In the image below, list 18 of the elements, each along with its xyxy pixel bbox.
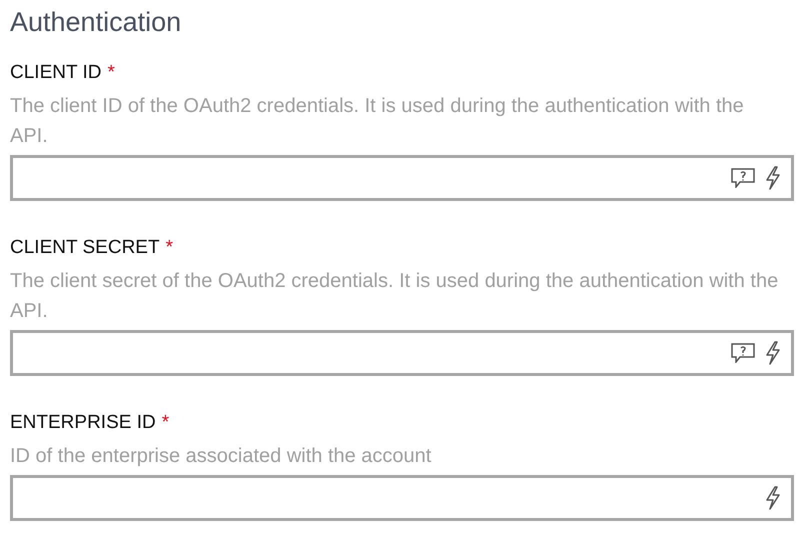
field-description: The client secret of the OAuth2 credentials. It is used during the authentication with the API.: [10, 269, 780, 324]
required-mark: *: [162, 410, 170, 435]
required-mark: *: [166, 236, 173, 260]
help-bubble-icon[interactable]: [731, 168, 755, 188]
section-title: Authentication: [10, 6, 182, 39]
input-field[interactable]: [10, 475, 794, 521]
lightning-bolt-icon[interactable]: [765, 341, 781, 365]
field-description: The client ID of the OAuth2 credentials. It is used during the authentication with the API.: [10, 94, 745, 149]
field-label: CLIENT ID: [10, 60, 102, 85]
required-mark: *: [108, 60, 115, 85]
input-field[interactable]: [10, 155, 794, 201]
input-field[interactable]: [10, 330, 794, 376]
field-description: ID of the enterprise associated with the account: [10, 444, 432, 469]
lightning-bolt-icon[interactable]: [765, 486, 781, 510]
field-label: ENTERPRISE ID: [10, 410, 156, 435]
help-bubble-icon[interactable]: [731, 343, 755, 363]
lightning-bolt-icon[interactable]: [765, 166, 781, 190]
field-label: CLIENT SECRET: [10, 236, 160, 260]
